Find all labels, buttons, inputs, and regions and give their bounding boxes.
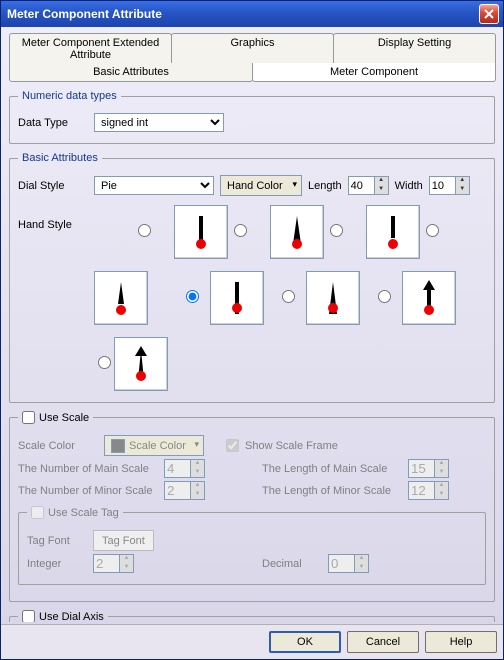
handstyle-grid: [94, 205, 462, 391]
cancel-button[interactable]: Cancel: [347, 631, 419, 653]
help-button[interactable]: Help: [425, 631, 497, 653]
main-scale-len-label: The Length of Main Scale: [262, 463, 402, 475]
handstyle-label: Hand Style: [18, 199, 88, 231]
handstyle-radio-2[interactable]: [330, 224, 343, 237]
handstyle-option-7[interactable]: [114, 337, 168, 391]
tab-row-2: Basic Attributes Meter Component: [9, 63, 495, 82]
scalecolor-swatch: [111, 439, 125, 453]
use-scale-legend: Use Scale: [18, 411, 93, 424]
hand-icon-3: [101, 278, 141, 318]
minor-scale-num-label: The Number of Minor Scale: [18, 485, 158, 497]
tagfont-label: Tag Font: [27, 535, 87, 547]
title-text: Meter Component Attribute: [7, 7, 479, 21]
handstyle-radio-3[interactable]: [426, 224, 439, 237]
dialstyle-select[interactable]: Pie: [94, 176, 214, 195]
handstyle-radio-0[interactable]: [138, 224, 151, 237]
length-spinner[interactable]: ▲▼: [348, 176, 389, 195]
integer-spinner[interactable]: ▲▼: [93, 554, 134, 573]
group-basic-attributes: Basic Attributes Dial Style Pie Hand Col…: [9, 152, 495, 403]
handstyle-radio-5[interactable]: [282, 290, 295, 303]
ok-button[interactable]: OK: [269, 631, 341, 653]
minor-scale-len-spinner[interactable]: ▲▼: [408, 481, 449, 500]
dialstyle-label: Dial Style: [18, 180, 88, 192]
decimal-spinner[interactable]: ▲▼: [328, 554, 369, 573]
handstyle-option-6[interactable]: [402, 271, 456, 325]
tab-graphics[interactable]: Graphics: [171, 33, 334, 64]
hand-icon-7: [121, 344, 161, 384]
tab-basic-attributes[interactable]: Basic Attributes: [9, 63, 253, 82]
main-scale-num-label: The Number of Main Scale: [18, 463, 158, 475]
titlebar: Meter Component Attribute: [1, 1, 503, 27]
width-spinner[interactable]: ▲▼: [429, 176, 470, 195]
use-dial-axis-checkbox[interactable]: [22, 610, 35, 622]
use-scale-checkbox[interactable]: [22, 411, 35, 424]
tab-display-setting[interactable]: Display Setting: [333, 33, 496, 64]
integer-label: Integer: [27, 558, 87, 570]
hand-icon-5: [313, 278, 353, 318]
minor-scale-len-label: The Length of Minor Scale: [262, 485, 402, 497]
use-dial-axis-legend: Use Dial Axis: [18, 610, 108, 622]
dialog-window: Meter Component Attribute Meter Componen…: [0, 0, 504, 660]
close-button[interactable]: [479, 4, 499, 24]
handcolor-button[interactable]: Hand Color: [220, 175, 302, 196]
group-numeric-types: Numeric data types Data Type signed int: [9, 90, 495, 144]
datatype-select[interactable]: signed int: [94, 113, 224, 132]
tab-row-1: Meter Component Extended Attribute Graph…: [9, 33, 495, 64]
tagfont-button[interactable]: Tag Font: [93, 530, 154, 551]
show-scale-frame-checkbox[interactable]: [226, 439, 239, 452]
handstyle-option-4[interactable]: [210, 271, 264, 325]
decimal-label: Decimal: [262, 558, 322, 570]
group-use-scale-tag: Use Scale Tag Tag Font Tag Font Integer …: [18, 506, 486, 585]
group-use-scale: Use Scale Scale Color Scale Color Show S…: [9, 411, 495, 602]
main-scale-num-spinner[interactable]: ▲▼: [164, 459, 205, 478]
tab-extended-attr[interactable]: Meter Component Extended Attribute: [9, 33, 172, 64]
scalecolor-label: Scale Color: [18, 440, 98, 452]
group-use-dial-axis: Use Dial Axis Axis Width ▲▼ Axis Color A…: [9, 610, 495, 622]
handstyle-radio-6[interactable]: [378, 290, 391, 303]
minor-scale-num-spinner[interactable]: ▲▼: [164, 481, 205, 500]
length-label: Length: [308, 180, 342, 192]
scalecolor-button[interactable]: Scale Color: [104, 435, 204, 456]
hand-icon-4: [217, 278, 257, 318]
content-area: Meter Component Extended Attribute Graph…: [1, 27, 503, 624]
button-bar: OK Cancel Help: [1, 624, 503, 659]
handstyle-option-5[interactable]: [306, 271, 360, 325]
show-scale-frame-label: Show Scale Frame: [245, 440, 338, 452]
width-label: Width: [395, 180, 423, 192]
handstyle-option-3[interactable]: [94, 271, 148, 325]
handstyle-radio-1[interactable]: [234, 224, 247, 237]
use-scale-tag-checkbox[interactable]: [31, 506, 44, 519]
handstyle-radio-7[interactable]: [98, 356, 111, 369]
main-scale-len-spinner[interactable]: ▲▼: [408, 459, 449, 478]
use-scale-tag-legend: Use Scale Tag: [27, 506, 123, 519]
group-numeric-legend: Numeric data types: [18, 90, 121, 102]
datatype-label: Data Type: [18, 117, 88, 129]
handstyle-radio-4[interactable]: [186, 290, 199, 303]
tab-meter-component[interactable]: Meter Component: [252, 63, 496, 82]
group-basic-legend: Basic Attributes: [18, 152, 102, 164]
close-icon: [482, 7, 496, 21]
hand-icon-6: [409, 278, 449, 318]
